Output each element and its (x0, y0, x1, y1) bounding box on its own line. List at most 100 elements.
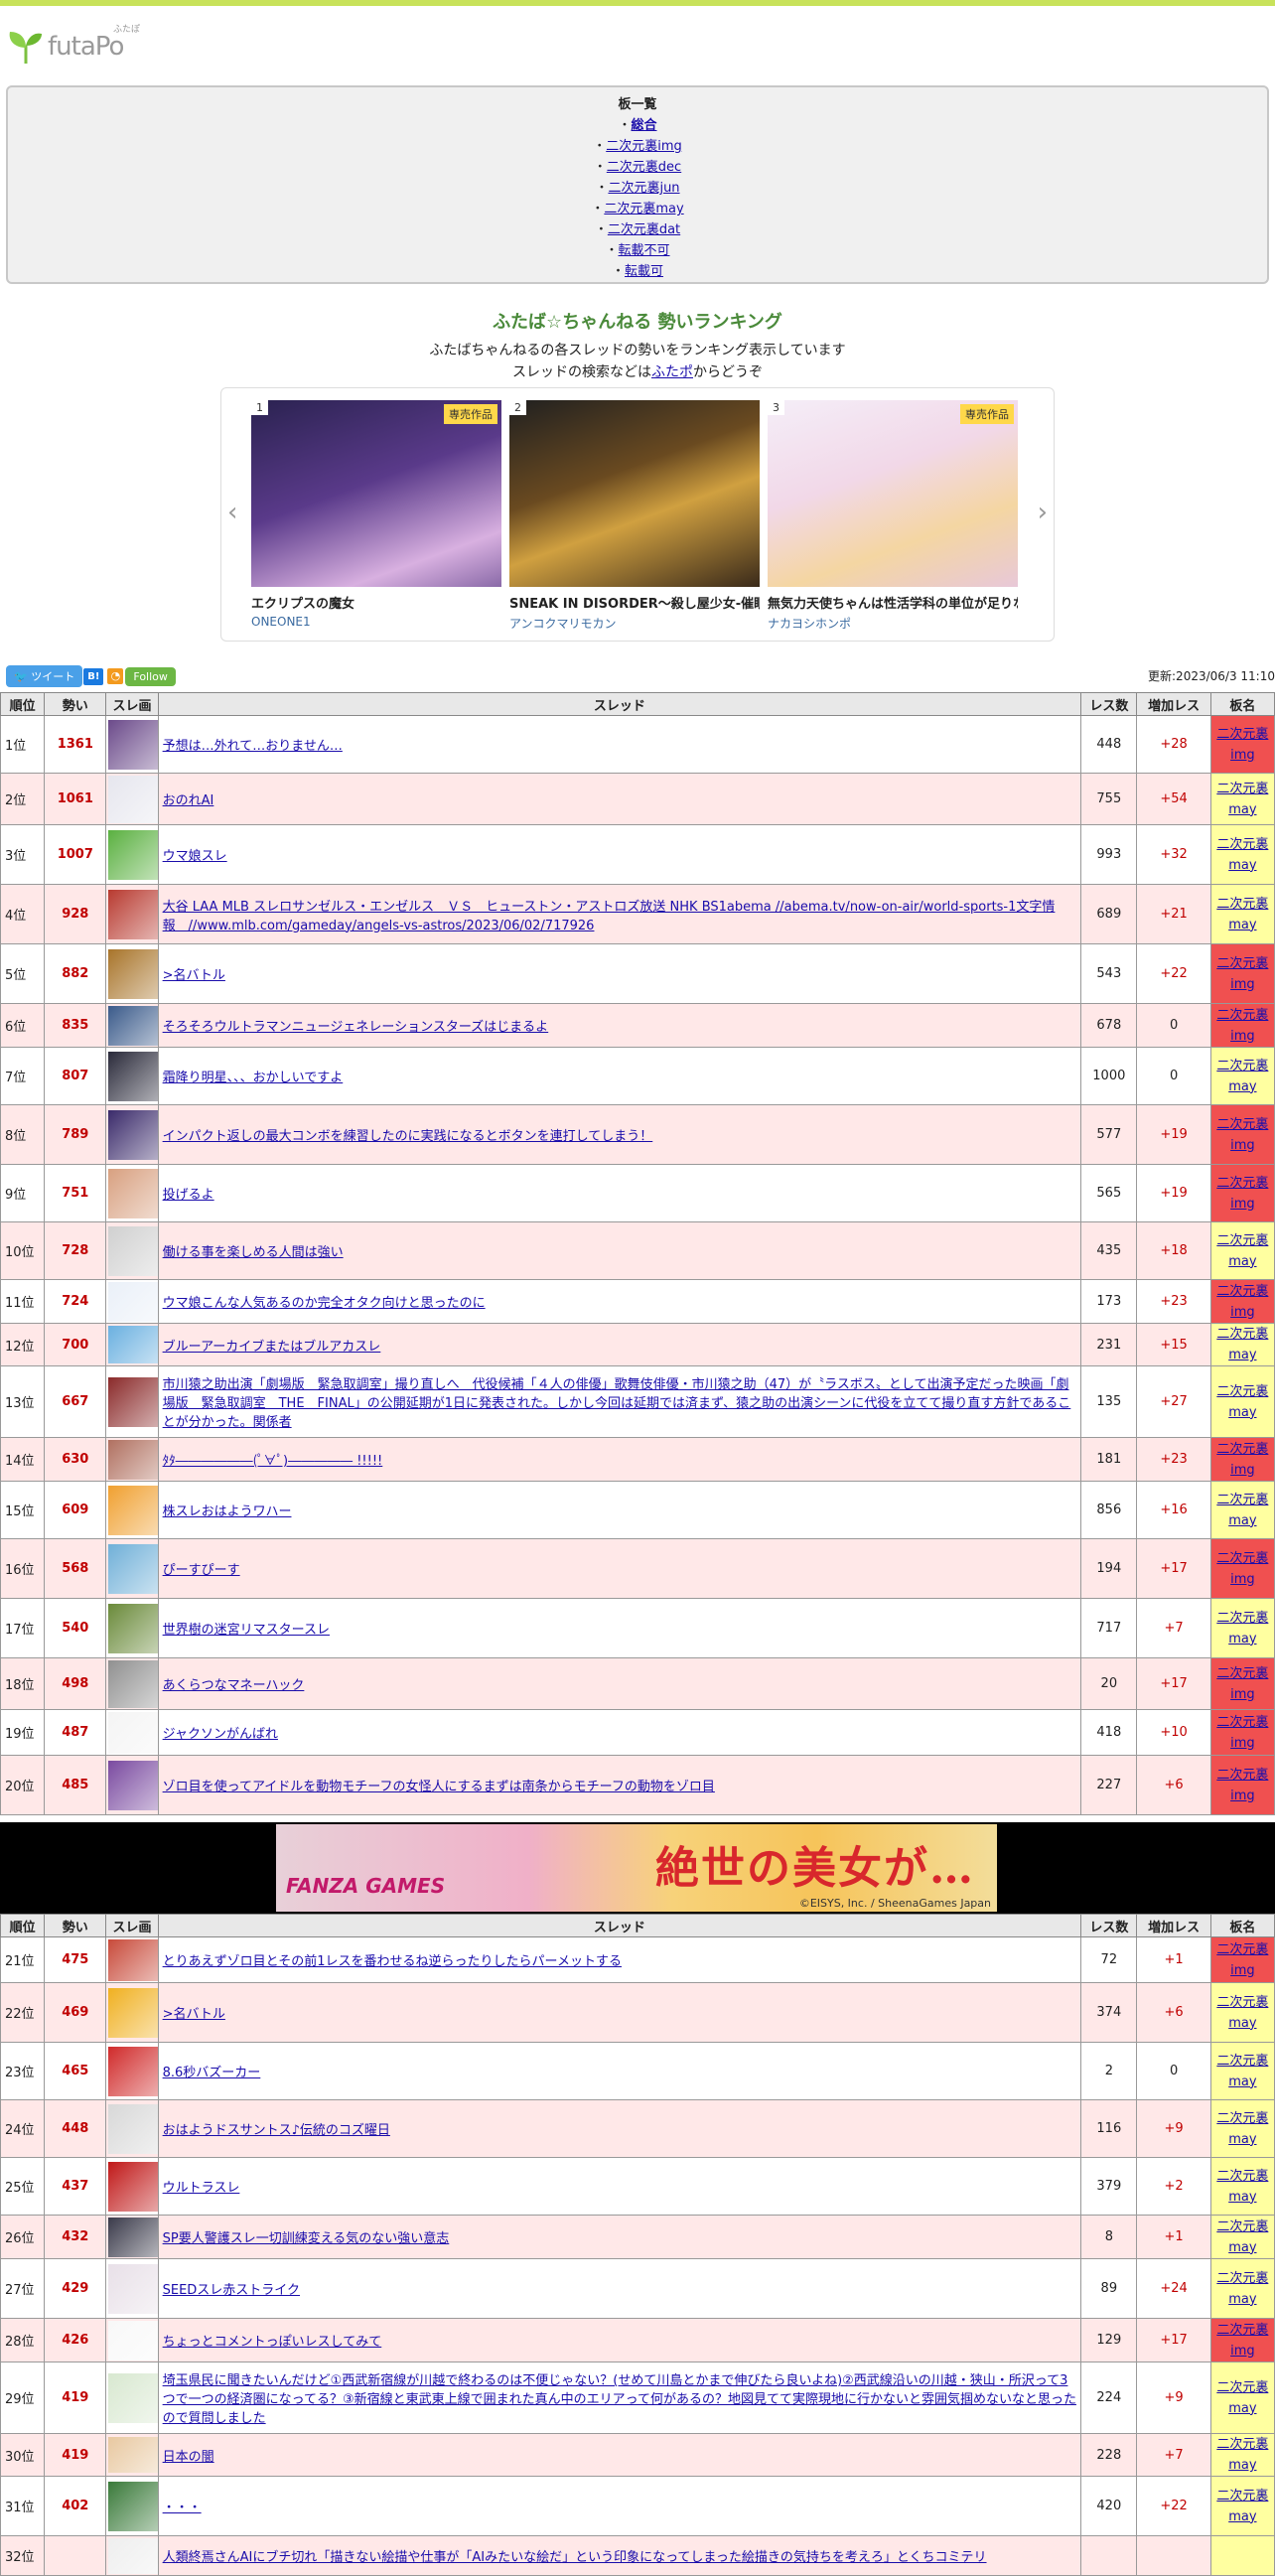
board-name-link[interactable]: img (1211, 1786, 1274, 1806)
thread-thumbnail-cell[interactable] (105, 1481, 159, 1539)
thread-thumbnail-cell[interactable] (105, 2361, 159, 2434)
board-name-link[interactable]: 二次元裏 (1211, 2377, 1274, 2398)
thread-thumbnail-cell[interactable] (105, 1437, 159, 1482)
thread-thumbnail[interactable] (108, 2103, 159, 2154)
thread-thumbnail[interactable] (108, 889, 159, 939)
thread-thumbnail-cell[interactable] (105, 1709, 159, 1756)
thread-thumbnail-cell[interactable] (105, 2099, 159, 2158)
board-name-link[interactable]: may (1211, 2506, 1274, 2527)
thread-title-link[interactable]: ブルーアーカイブまたはブルアカスレ (163, 1340, 381, 1355)
thread-title-link[interactable]: SEEDスレ赤ストライク (163, 2283, 300, 2298)
thread-title-link[interactable]: 株スレおはようワハー (163, 1504, 292, 1519)
thread-thumbnail-cell[interactable] (105, 2476, 159, 2536)
thread-thumbnail[interactable] (108, 1225, 159, 1276)
board-name-link[interactable]: 二次元裏 (1211, 1490, 1274, 1510)
thread-thumbnail[interactable] (108, 829, 159, 880)
carousel-card-2[interactable]: 2 SNEAK IN DISORDER～殺し屋少女-催眠 アンコクマリモカン (509, 400, 760, 632)
thread-thumbnail[interactable] (108, 2161, 159, 2212)
board-name-link[interactable]: 二次元裏 (1211, 724, 1274, 745)
board-name-link[interactable]: 二次元裏 (1211, 1114, 1274, 1135)
thread-thumbnail-cell[interactable] (105, 1755, 159, 1815)
thread-thumbnail[interactable] (108, 2046, 159, 2096)
thread-title-link[interactable]: 市川猿之助出演「劇場版 緊急取調室」撮り直しへ 代役候補「４人の俳優」歌舞伎俳優… (163, 1377, 1071, 1430)
ad-banner[interactable]: FANZA GAMES 絶世の美女が… ©EISYS, Inc. / Sheen… (276, 1824, 997, 1912)
thread-thumbnail[interactable] (108, 1281, 159, 1322)
thread-thumbnail[interactable] (108, 2537, 159, 2574)
thread-thumbnail-cell[interactable] (105, 1003, 159, 1048)
carousel-card-3[interactable]: 3 専売作品 無気力天使ちゃんは性活学科の単位が足りない ナカヨシホンポ (768, 400, 1018, 632)
thread-thumbnail-cell[interactable] (105, 1164, 159, 1222)
board-name-link[interactable]: 二次元裏 (1211, 2166, 1274, 2187)
thread-thumbnail-cell[interactable] (105, 715, 159, 774)
site-logo[interactable]: futaPo ふたぽ (6, 20, 145, 68)
board-name-link[interactable]: 二次元裏 (1211, 1992, 1274, 2013)
board-name-link[interactable]: 二次元裏 (1211, 894, 1274, 915)
thread-thumbnail[interactable] (108, 2217, 159, 2257)
thread-thumbnail-cell[interactable] (105, 1936, 159, 1983)
thread-thumbnail-cell[interactable] (105, 2258, 159, 2319)
thread-thumbnail[interactable] (108, 775, 159, 823)
thread-thumbnail[interactable] (108, 948, 159, 999)
board-name-link[interactable]: 二次元裏 (1211, 1381, 1274, 1402)
thread-thumbnail-cell[interactable] (105, 1047, 159, 1105)
board-name-link[interactable]: 二次元裏 (1211, 1230, 1274, 1251)
thread-thumbnail[interactable] (108, 1326, 159, 1363)
board-name-link[interactable]: 二次元裏 (1211, 1663, 1274, 1684)
thread-thumbnail-cell[interactable] (105, 1657, 159, 1710)
rss-icon[interactable]: ◔ (107, 668, 124, 684)
thread-title-link[interactable]: とりあえずゾロ目とその前1レスを番わせるね逆らったりしたらパーメットする (163, 1954, 622, 1969)
board-name-link[interactable]: img (1211, 974, 1274, 995)
thread-title-link[interactable]: >名バトル (163, 2007, 225, 2022)
thread-title-link[interactable]: ウマ娘こんな人気あるのか完全オタク向けと思ったのに (163, 1296, 486, 1311)
thread-title-link[interactable]: おはようドスサントス♪伝統のコズ曜日 (163, 2123, 390, 2138)
thread-title-link[interactable]: ゾロ目を使ってアイドルを動物モチーフの女怪人にするまずは南条からモチーフの動物を… (163, 1780, 715, 1794)
carousel-card-1[interactable]: 1 専売作品 エクリプスの魔女 ONEONE1 (251, 400, 501, 629)
thread-title-link[interactable]: 働ける事を楽しめる人間は強い (163, 1245, 344, 1260)
board-link-jun[interactable]: 二次元裏jun (608, 181, 679, 196)
feedly-follow-button[interactable]: Follow (125, 666, 176, 686)
thread-thumbnail-cell[interactable] (105, 824, 159, 885)
board-name-link[interactable]: 二次元裏 (1211, 1939, 1274, 1960)
board-name-link[interactable]: may (1211, 2013, 1274, 2034)
thread-title-link[interactable]: 霜降り明星、、、おかしいですよ (163, 1071, 344, 1085)
board-name-link[interactable]: may (1211, 1251, 1274, 1272)
carousel-prev-icon[interactable]: ‹ (227, 498, 237, 527)
board-name-link[interactable]: img (1211, 745, 1274, 766)
board-name-link[interactable]: may (1211, 2289, 1274, 2310)
thread-thumbnail[interactable] (108, 2437, 159, 2473)
board-name-link[interactable]: 二次元裏 (1211, 1173, 1274, 1194)
thread-title-link[interactable]: 日本の闇 (163, 2450, 214, 2465)
board-link-may[interactable]: 二次元裏may (604, 202, 683, 216)
board-name-link[interactable]: 二次元裏 (1211, 953, 1274, 974)
board-name-link[interactable]: may (1211, 1345, 1274, 1365)
board-name-link[interactable]: 二次元裏 (1211, 1548, 1274, 1569)
board-name-link[interactable]: 二次元裏 (1211, 1005, 1274, 1026)
board-link-sogo[interactable]: 総合 (632, 118, 657, 133)
thread-title-link[interactable]: 埼玉県民に聞きたいんだけど①西武新宿線が川越で終わるのは不便じゃない？(せめて川… (163, 2373, 1076, 2426)
thread-thumbnail[interactable] (108, 1051, 159, 1101)
thread-title-link[interactable]: 予想は…外れて…おりません… (163, 739, 343, 754)
thread-title-link[interactable]: 大谷 LAA MLB スレロサンゼルス・エンゼルス ＶＳ ヒューストン・アストロ… (163, 900, 1056, 933)
board-name-link[interactable]: 二次元裏 (1211, 2108, 1274, 2129)
board-name-link[interactable]: 二次元裏 (1211, 1281, 1274, 1302)
thread-title-link[interactable]: ちょっとコメントっぽいレスしてみて (163, 2335, 382, 2350)
board-name-link[interactable]: 二次元裏 (1211, 2217, 1274, 2237)
thread-thumbnail-cell[interactable] (105, 2215, 159, 2259)
thread-thumbnail[interactable] (108, 1376, 159, 1427)
board-name-link[interactable]: may (1211, 2237, 1274, 2258)
board-name-link[interactable]: may (1211, 1629, 1274, 1649)
thread-title-link[interactable]: おのれAI (163, 793, 214, 808)
board-name-link[interactable]: img (1211, 2341, 1274, 2361)
thread-title-link[interactable]: ジャクソンがんばれ (163, 1727, 278, 1742)
thread-thumbnail[interactable] (108, 2372, 159, 2423)
thread-thumbnail[interactable] (108, 719, 159, 770)
board-name-link[interactable]: img (1211, 1026, 1274, 1047)
board-name-link[interactable]: 二次元裏 (1211, 2486, 1274, 2506)
thread-title-link[interactable]: 8.6秒バズーカー (163, 2066, 261, 2080)
board-name-link[interactable]: 二次元裏 (1211, 1439, 1274, 1460)
thread-thumbnail[interactable] (108, 1005, 159, 1046)
board-name-link[interactable]: 二次元裏 (1211, 779, 1274, 799)
thread-title-link[interactable]: そろそろウルトラマンニュージェネレーションスターズはじまるよ (163, 1020, 549, 1035)
thread-thumbnail[interactable] (108, 2320, 159, 2361)
thread-thumbnail-cell[interactable] (105, 1598, 159, 1658)
